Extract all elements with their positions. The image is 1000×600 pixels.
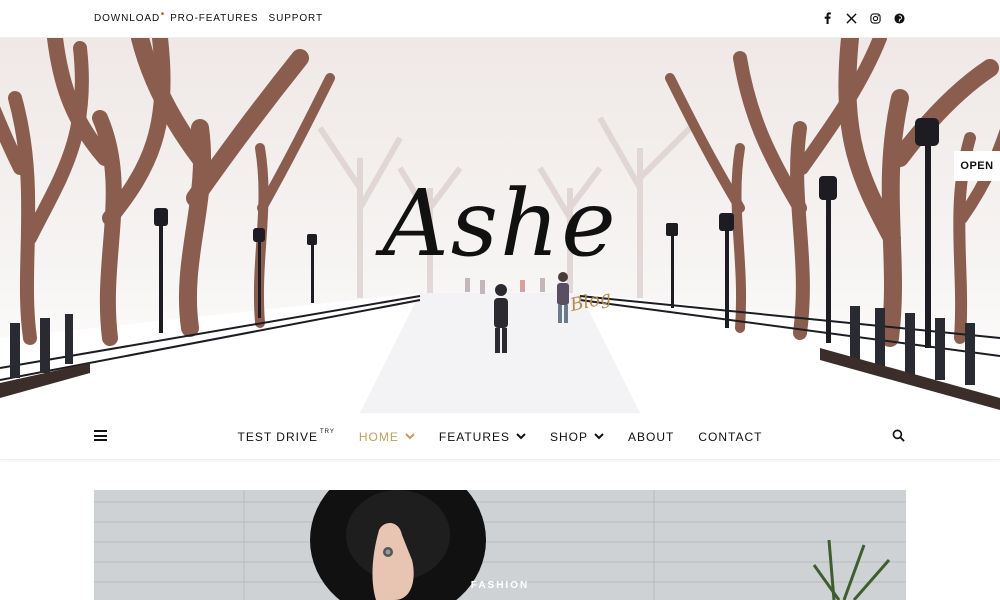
nav-items: TEST DRIVE TRY HOME FEATURES SHOP ABOUT C… [0, 413, 1000, 460]
top-bar: DOWNLOAD • PRO-FEATURES SUPPORT [0, 0, 1000, 38]
nav-item-label: HOME [358, 429, 399, 444]
nav-item-label: CONTACT [698, 429, 763, 444]
download-badge: • [160, 9, 166, 20]
main-navigation: TEST DRIVE TRY HOME FEATURES SHOP ABOUT C… [0, 413, 1000, 460]
nav-item-label: FEATURES [438, 429, 511, 444]
nav-item-test-drive[interactable]: TEST DRIVE TRY [237, 428, 335, 444]
support-label: SUPPORT [268, 13, 323, 24]
instagram-icon[interactable] [868, 11, 882, 25]
nav-item-label: ABOUT [628, 429, 675, 444]
chevron-down-icon [405, 432, 415, 442]
post-category-label[interactable]: FASHION [94, 580, 906, 591]
pro-features-label: PRO-FEATURES [170, 13, 259, 24]
facebook-icon[interactable] [820, 11, 834, 25]
chevron-down-icon [594, 432, 604, 442]
site-logo-title[interactable]: Ashe [0, 178, 1000, 270]
download-label: DOWNLOAD [94, 13, 161, 24]
x-icon[interactable] [844, 11, 858, 25]
chevron-down-icon [516, 432, 526, 442]
support-link[interactable]: SUPPORT [269, 13, 323, 24]
search-icon[interactable] [892, 429, 906, 443]
download-link[interactable]: DOWNLOAD • [94, 9, 164, 24]
nav-item-sup: TRY [319, 428, 335, 435]
nav-item-home[interactable]: HOME [359, 430, 415, 444]
nav-item-contact[interactable]: CONTACT [698, 430, 762, 444]
nav-item-label: TEST DRIVE [237, 429, 318, 444]
nav-item-features[interactable]: FEATURES [439, 430, 526, 444]
nav-item-label: SHOP [550, 429, 589, 444]
pinterest-icon[interactable] [892, 11, 906, 25]
nav-item-shop[interactable]: SHOP [550, 430, 604, 444]
open-panel-button[interactable]: OPEN [954, 151, 1000, 181]
top-links: DOWNLOAD • PRO-FEATURES SUPPORT [94, 9, 323, 24]
hero-header-image: Ashe Blog OPEN [0, 38, 1000, 413]
pro-features-link[interactable]: PRO-FEATURES [170, 13, 258, 24]
nav-item-about[interactable]: ABOUT [628, 430, 674, 444]
featured-post-image[interactable]: FASHION [94, 490, 906, 600]
social-icons [820, 11, 906, 25]
